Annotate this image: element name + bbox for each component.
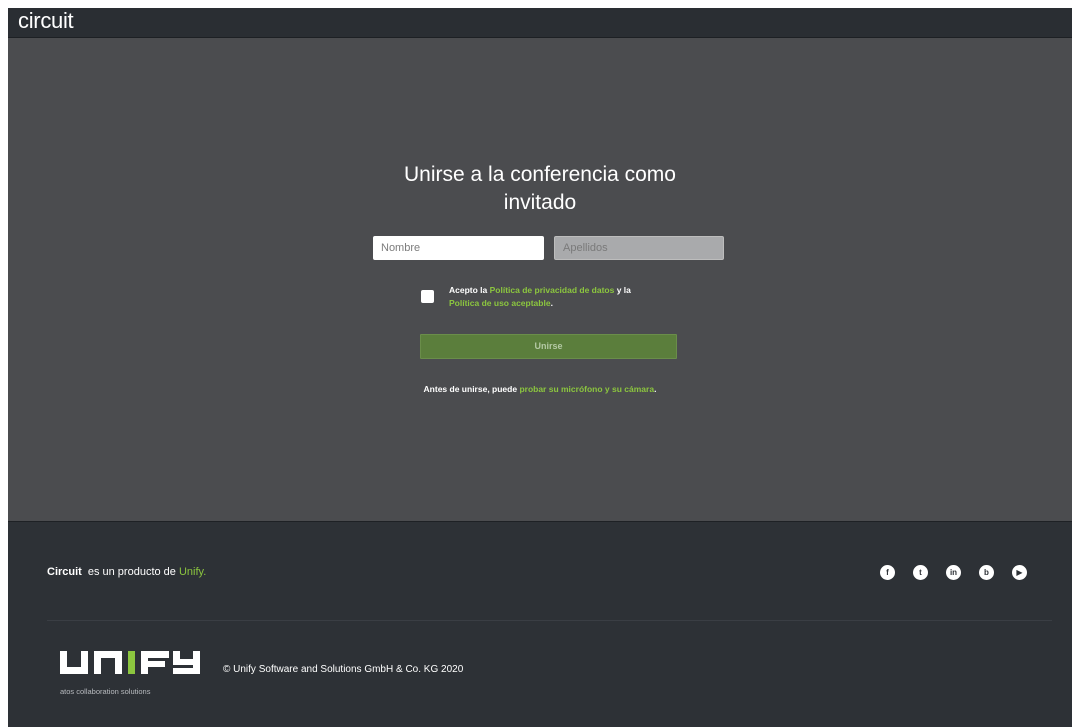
unify-logo[interactable] [60, 645, 200, 691]
last-name-input[interactable] [554, 236, 724, 260]
app-frame: circuit Unirse a la conferencia como inv… [8, 8, 1072, 727]
twitter-icon[interactable]: t [913, 565, 928, 580]
page-title-line1: Unirse a la conferencia como [404, 163, 676, 186]
page-title-line2: invitado [503, 191, 577, 214]
consent-prefix: Acepto la [449, 285, 490, 295]
circuit-logo[interactable]: circuit [18, 8, 74, 34]
product-name: Circuit [47, 566, 82, 578]
consent-middle: y la [614, 285, 631, 295]
page-title: Unirse a la conferencia como invitado [8, 161, 1072, 217]
join-button[interactable]: Unirse [420, 334, 677, 359]
pretest-prefix: Antes de unirse, puede [423, 384, 520, 394]
blog-icon[interactable]: b [979, 565, 994, 580]
pretest-suffix: . [654, 384, 657, 394]
consent-checkbox[interactable] [421, 290, 434, 303]
footer-divider [47, 620, 1052, 621]
copyright-text: © Unify Software and Solutions GmbH & Co… [223, 664, 464, 675]
facebook-icon[interactable]: f [880, 565, 895, 580]
test-devices-link[interactable]: probar su micrófono y su cámara [519, 384, 654, 394]
footer: Circuit es un producto de Unify. f t in b… [8, 522, 1072, 727]
top-bar: circuit [8, 8, 1072, 38]
social-links: f t in b ▶ [880, 565, 1027, 580]
linkedin-icon[interactable]: in [946, 565, 961, 580]
pretest-note: Antes de unirse, puede probar su micrófo… [8, 384, 1072, 394]
youtube-icon[interactable]: ▶ [1012, 565, 1027, 580]
privacy-policy-link[interactable]: Política de privacidad de datos [490, 285, 615, 295]
unify-link[interactable]: Unify. [179, 566, 206, 578]
first-name-input[interactable] [373, 236, 544, 260]
consent-text: Acepto la Política de privacidad de dato… [449, 284, 689, 310]
guest-join-panel: Unirse a la conferencia como invitado Ac… [8, 38, 1072, 522]
acceptable-use-link[interactable]: Política de uso aceptable [449, 298, 551, 308]
product-statement: Circuit es un producto de Unify. [47, 566, 206, 578]
consent-suffix: . [550, 298, 553, 308]
unify-tagline: atos collaboration solutions [60, 687, 151, 696]
product-text: es un producto de [87, 566, 176, 578]
